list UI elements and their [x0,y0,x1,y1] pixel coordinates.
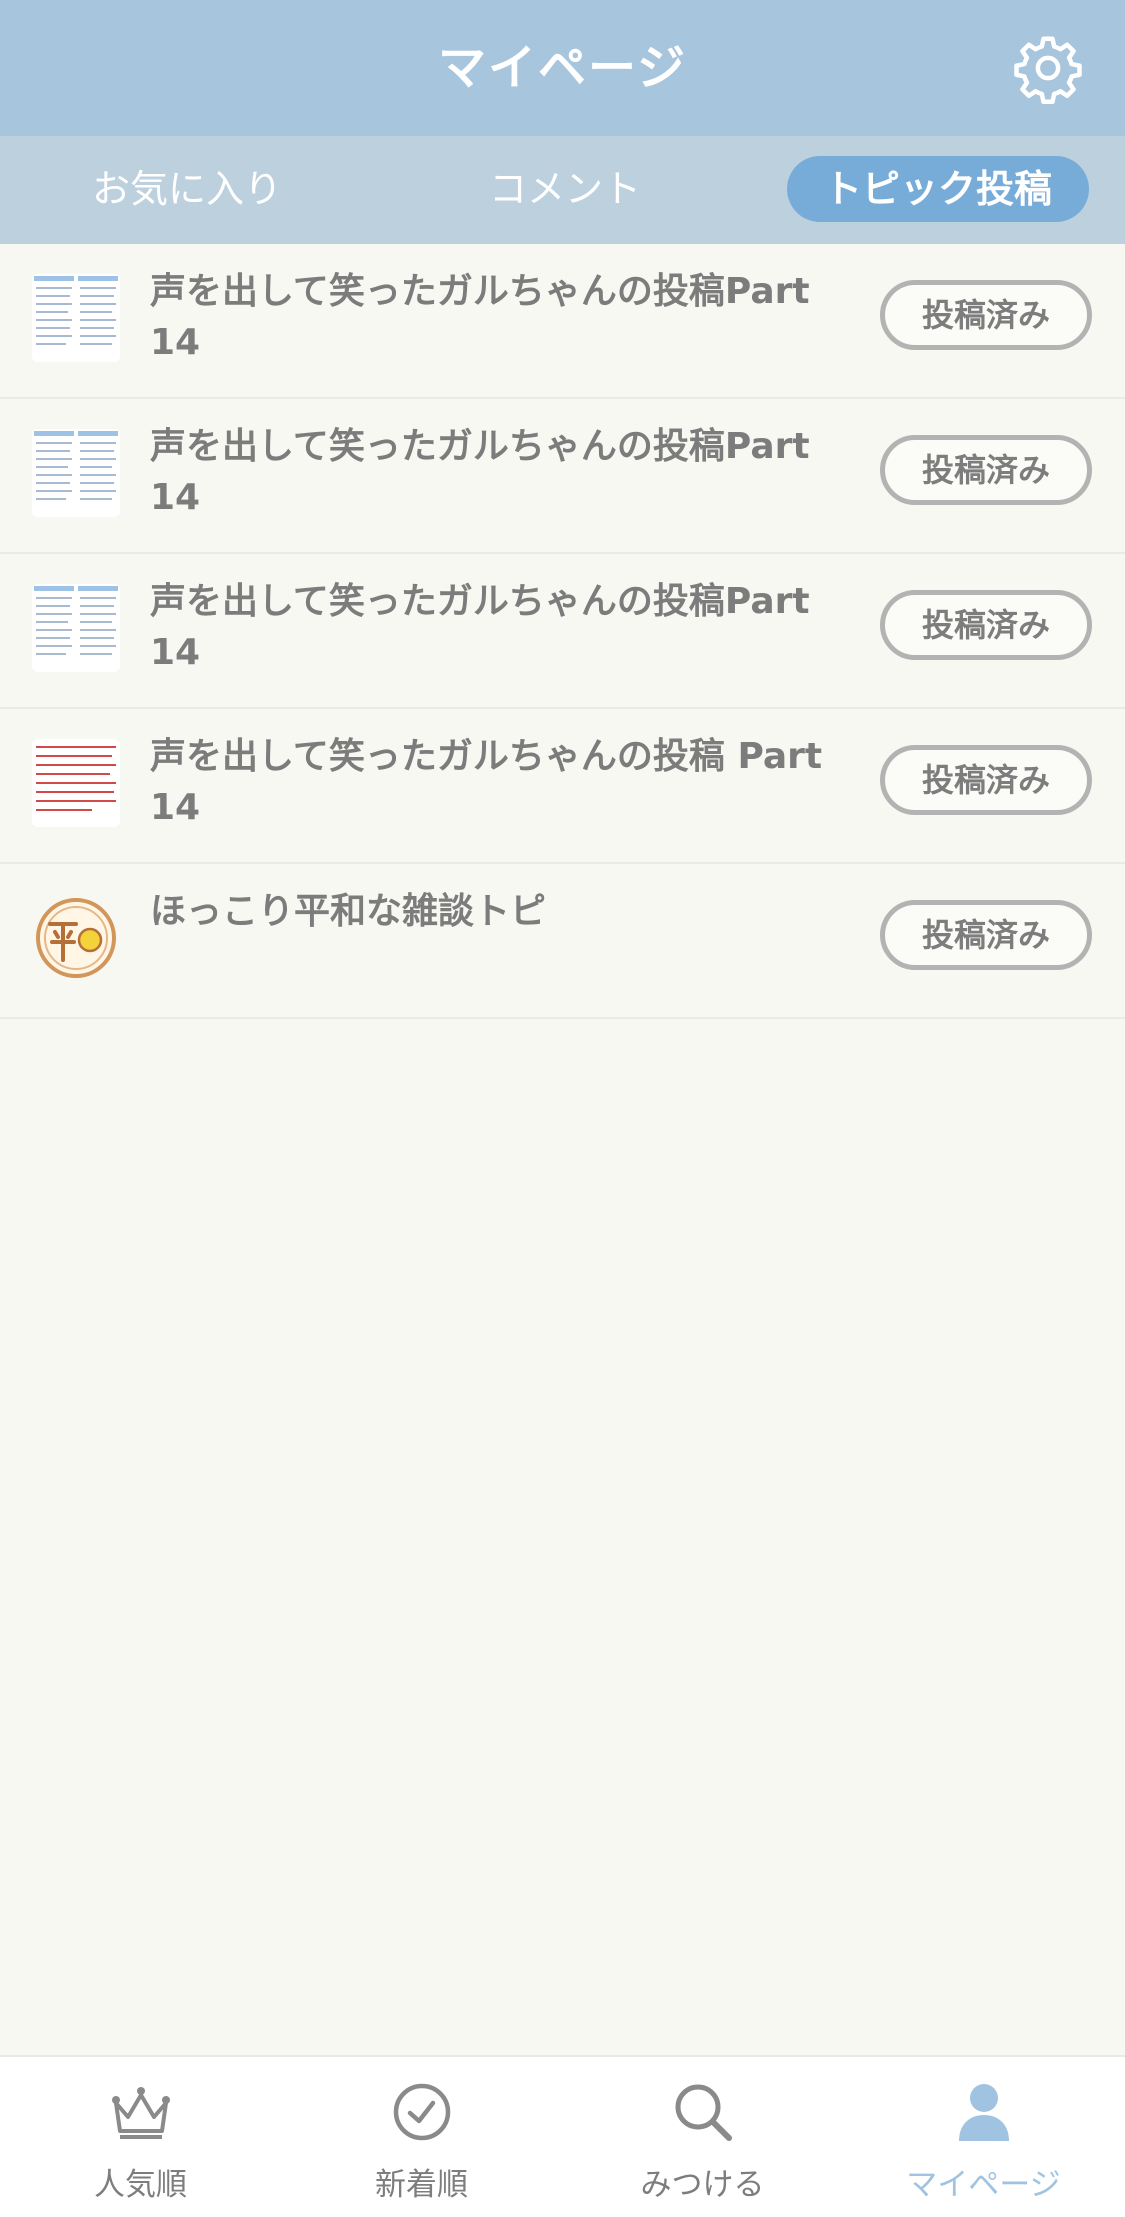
posted-status-button[interactable]: 投稿済み [880,745,1092,815]
posted-status-button[interactable]: 投稿済み [880,280,1092,350]
tab-bar: お気に入り コメント トピック投稿 [0,136,1125,244]
app-header: マイページ [0,0,1125,136]
tab-topic-posts[interactable]: トピック投稿 [787,156,1089,222]
nav-popular[interactable]: 人気順 [0,2057,281,2217]
nav-popular-label: 人気順 [94,2167,187,2203]
nav-mypage[interactable]: マイページ [843,2057,1124,2217]
topic-list: 声を出して笑ったガルちゃんの投稿Part14 投稿済み 声を出して笑ったガルちゃ… [0,244,1125,1019]
person-icon [959,2084,1009,2141]
search-icon [675,2084,732,2141]
page-title: マイページ [437,40,688,96]
topic-thumbnail [32,274,120,362]
clock-icon [393,2083,451,2141]
bottom-nav: 人気順 新着順 みつける マイページ [0,2055,1125,2217]
nav-newest[interactable]: 新着順 [281,2057,562,2217]
crown-icon [112,2087,170,2139]
topic-thumbnail [32,584,120,672]
nav-mypage-label: マイページ [906,2167,1061,2203]
list-item[interactable]: 声を出して笑ったガルちゃんの投稿Part14 投稿済み [0,244,1125,399]
posted-status-button[interactable]: 投稿済み [880,900,1092,970]
topic-title[interactable]: 声を出して笑ったガルちゃんの投稿Part14 [150,266,830,368]
topic-title[interactable]: 声を出して笑ったガルちゃんの投稿Part 14 [150,576,830,678]
list-item[interactable]: ほっこり平和な雑談トピ 投稿済み [0,864,1125,1019]
list-item[interactable]: 声を出して笑ったガルちゃんの投稿Part 14 投稿済み [0,554,1125,709]
topic-title[interactable]: 声を出して笑ったガルちゃんの投稿Part14 [150,421,830,523]
topic-title[interactable]: ほっこり平和な雑談トピ [150,886,830,937]
nav-newest-label: 新着順 [375,2167,468,2203]
topic-thumbnail [32,429,120,517]
gear-icon[interactable] [1012,32,1084,104]
nav-search[interactable]: みつける [562,2057,843,2217]
tab-comments[interactable]: コメント [440,156,690,222]
list-item[interactable]: 声を出して笑ったガルちゃんの投稿 Part 14 投稿済み [0,709,1125,864]
topic-title[interactable]: 声を出して笑ったガルちゃんの投稿 Part 14 [150,731,830,833]
tab-favorites[interactable]: お気に入り [62,156,312,222]
nav-search-label: みつける [640,2167,765,2203]
heiwa-logo-thumbnail [32,894,120,982]
posted-status-button[interactable]: 投稿済み [880,435,1092,505]
posted-status-button[interactable]: 投稿済み [880,590,1092,660]
topic-thumbnail [32,739,120,827]
list-item[interactable]: 声を出して笑ったガルちゃんの投稿Part14 投稿済み [0,399,1125,554]
